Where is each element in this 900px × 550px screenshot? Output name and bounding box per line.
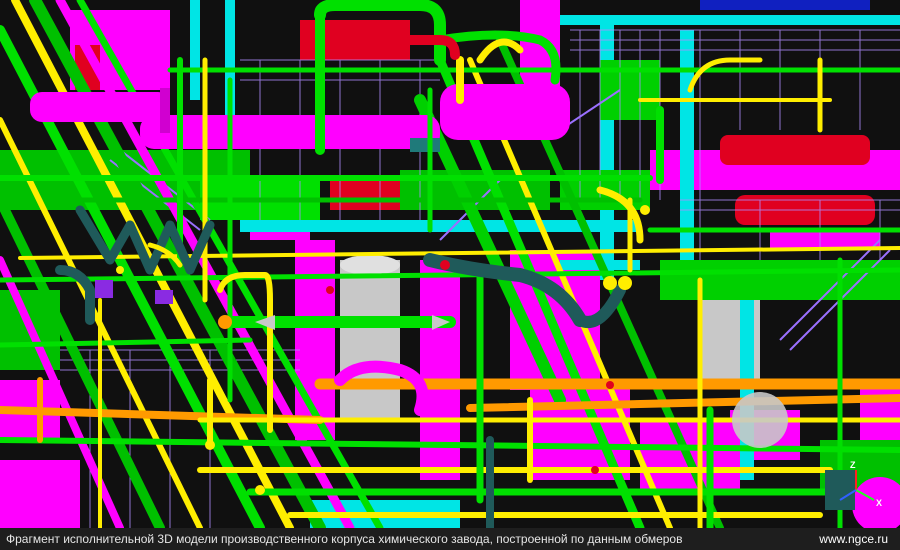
caption-text: Фрагмент исполнительной 3D модели произв… <box>6 532 683 546</box>
axis-label-x: X <box>876 498 882 508</box>
axis-label-z: Z <box>850 460 856 470</box>
caption-website: www.ngce.ru <box>819 532 888 546</box>
plant-3d-model-render: Z X <box>0 0 900 528</box>
image-frame: Z X Фрагмент исполнительной 3D модели пр… <box>0 0 900 550</box>
caption-bar: Фрагмент исполнительной 3D модели произв… <box>0 528 900 550</box>
